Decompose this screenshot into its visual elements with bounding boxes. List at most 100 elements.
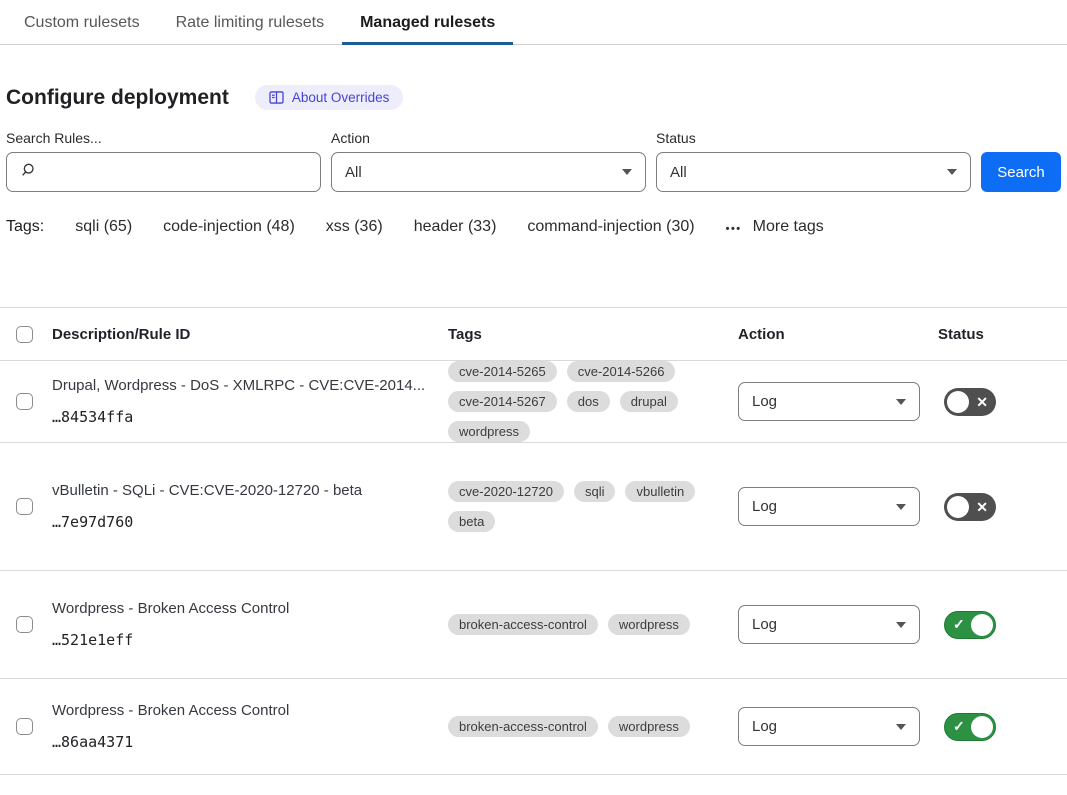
tag-pill: wordpress [448, 421, 530, 442]
tag-pill: cve-2014-5267 [448, 391, 557, 412]
tab-rate-limiting-rulesets[interactable]: Rate limiting rulesets [158, 2, 343, 45]
more-tags-button[interactable]: ••• More tags [726, 218, 824, 236]
row-checkbox[interactable] [16, 616, 33, 633]
rule-action-cell: Log [738, 382, 938, 421]
column-header-status: Status [938, 326, 1067, 343]
status-toggle[interactable]: ✕ [944, 493, 996, 521]
toggle-state-icon: ✕ [976, 493, 988, 521]
action-select-value: Log [752, 393, 777, 410]
status-toggle[interactable]: ✓ [944, 611, 996, 639]
tag-pill: cve-2014-5265 [448, 361, 557, 382]
tag-links: sqli (65) code-injection (48) xss (36) head… [75, 218, 694, 236]
toggle-knob [947, 496, 969, 518]
table-row: Wordpress - Broken Access Control …521e1… [0, 571, 1067, 679]
search-rules-label: Search Rules... [6, 130, 321, 146]
status-filter-label: Status [656, 130, 971, 146]
rule-title: Wordpress - Broken Access Control [52, 600, 448, 617]
tab-label: Rate limiting rulesets [176, 14, 325, 31]
rule-action-cell: Log [738, 487, 938, 526]
rule-description-cell: Wordpress - Broken Access Control …521e1… [52, 600, 448, 649]
rule-id: …86aa4371 [52, 733, 448, 751]
tag-pill: broken-access-control [448, 614, 598, 635]
action-select[interactable]: Log [738, 605, 920, 644]
page-title: Configure deployment [6, 86, 229, 110]
tab-managed-rulesets[interactable]: Managed rulesets [342, 2, 513, 45]
rule-title: vBulletin - SQLi - CVE:CVE-2020-12720 - … [52, 482, 448, 499]
tag-pill: cve-2014-5266 [567, 361, 676, 382]
column-header-description: Description/Rule ID [52, 326, 448, 343]
action-filter-label: Action [331, 130, 646, 146]
tag-filter-link[interactable]: xss (36) [326, 218, 383, 236]
rule-description-cell: Wordpress - Broken Access Control …86aa4… [52, 702, 448, 751]
tab-custom-rulesets[interactable]: Custom rulesets [6, 2, 158, 45]
search-button[interactable]: Search [981, 152, 1061, 192]
toggle-state-icon: ✕ [976, 388, 988, 416]
tag-filter-link[interactable]: sqli (65) [75, 218, 132, 236]
search-input-wrapper [6, 152, 321, 192]
about-overrides-label: About Overrides [292, 90, 390, 105]
tags-bar: Tags: sqli (65) code-injection (48) xss (3… [6, 218, 1067, 236]
toggle-knob [971, 716, 993, 738]
chevron-down-icon [947, 169, 957, 175]
tag-pill: sqli [574, 481, 616, 502]
chevron-down-icon [896, 504, 906, 510]
action-select[interactable]: Log [738, 382, 920, 421]
chevron-down-icon [896, 724, 906, 730]
rule-status-cell: ✓ [938, 713, 1067, 741]
rule-title: Wordpress - Broken Access Control [52, 702, 448, 719]
tag-pill: drupal [620, 391, 678, 412]
tag-pill: cve-2020-12720 [448, 481, 564, 502]
tags-label: Tags: [6, 218, 44, 236]
chevron-down-icon [896, 399, 906, 405]
search-input[interactable] [45, 164, 307, 181]
tab-label: Managed rulesets [360, 14, 495, 31]
tag-filter-link[interactable]: code-injection (48) [163, 218, 295, 236]
chevron-down-icon [622, 169, 632, 175]
status-toggle[interactable]: ✕ [944, 388, 996, 416]
rule-title: Drupal, Wordpress - DoS - XMLRPC - CVE:C… [52, 377, 448, 394]
tag-pill: vbulletin [625, 481, 695, 502]
page-header: Configure deployment About Overrides [6, 85, 1067, 110]
action-select-value: Log [752, 718, 777, 735]
rule-action-cell: Log [738, 605, 938, 644]
action-select-value: Log [752, 498, 777, 515]
more-tags-label: More tags [753, 218, 824, 236]
rule-tags-cell: cve-2014-5265 cve-2014-5266 cve-2014-5267 d… [448, 361, 738, 442]
rule-id: …7e97d760 [52, 513, 448, 531]
rule-tags-cell: broken-access-control wordpress [448, 614, 738, 635]
action-select[interactable]: Log [738, 707, 920, 746]
action-filter-select[interactable]: All [331, 152, 646, 192]
ruleset-tab-bar: Custom rulesets Rate limiting rulesets M… [0, 0, 1067, 45]
column-header-tags: Tags [448, 326, 738, 343]
status-filter-value: All [670, 164, 687, 181]
chevron-down-icon [896, 622, 906, 628]
column-header-action: Action [738, 326, 938, 343]
table-header-row: Description/Rule ID Tags Action Status [0, 308, 1067, 361]
toggle-knob [947, 391, 969, 413]
row-checkbox[interactable] [16, 718, 33, 735]
tag-pill: wordpress [608, 716, 690, 737]
tag-pill: wordpress [608, 614, 690, 635]
table-row: Drupal, Wordpress - DoS - XMLRPC - CVE:C… [0, 361, 1067, 443]
status-toggle[interactable]: ✓ [944, 713, 996, 741]
rule-tags-cell: broken-access-control wordpress [448, 716, 738, 737]
tab-label: Custom rulesets [24, 14, 140, 31]
row-checkbox[interactable] [16, 393, 33, 410]
search-icon [20, 162, 36, 182]
table-row: vBulletin - SQLi - CVE:CVE-2020-12720 - … [0, 443, 1067, 571]
rule-status-cell: ✓ [938, 611, 1067, 639]
tag-pill: dos [567, 391, 610, 412]
select-all-checkbox[interactable] [16, 326, 33, 343]
tag-filter-link[interactable]: header (33) [414, 218, 497, 236]
ellipsis-icon: ••• [726, 220, 742, 235]
action-select[interactable]: Log [738, 487, 920, 526]
rule-description-cell: vBulletin - SQLi - CVE:CVE-2020-12720 - … [52, 482, 448, 531]
rule-status-cell: ✕ [938, 388, 1067, 416]
tag-pill: broken-access-control [448, 716, 598, 737]
action-select-value: Log [752, 616, 777, 633]
tag-filter-link[interactable]: command-injection (30) [527, 218, 694, 236]
rule-tags-cell: cve-2020-12720sqlivbulletinbeta [448, 481, 738, 532]
row-checkbox[interactable] [16, 498, 33, 515]
about-overrides-badge[interactable]: About Overrides [255, 85, 404, 110]
status-filter-select[interactable]: All [656, 152, 971, 192]
